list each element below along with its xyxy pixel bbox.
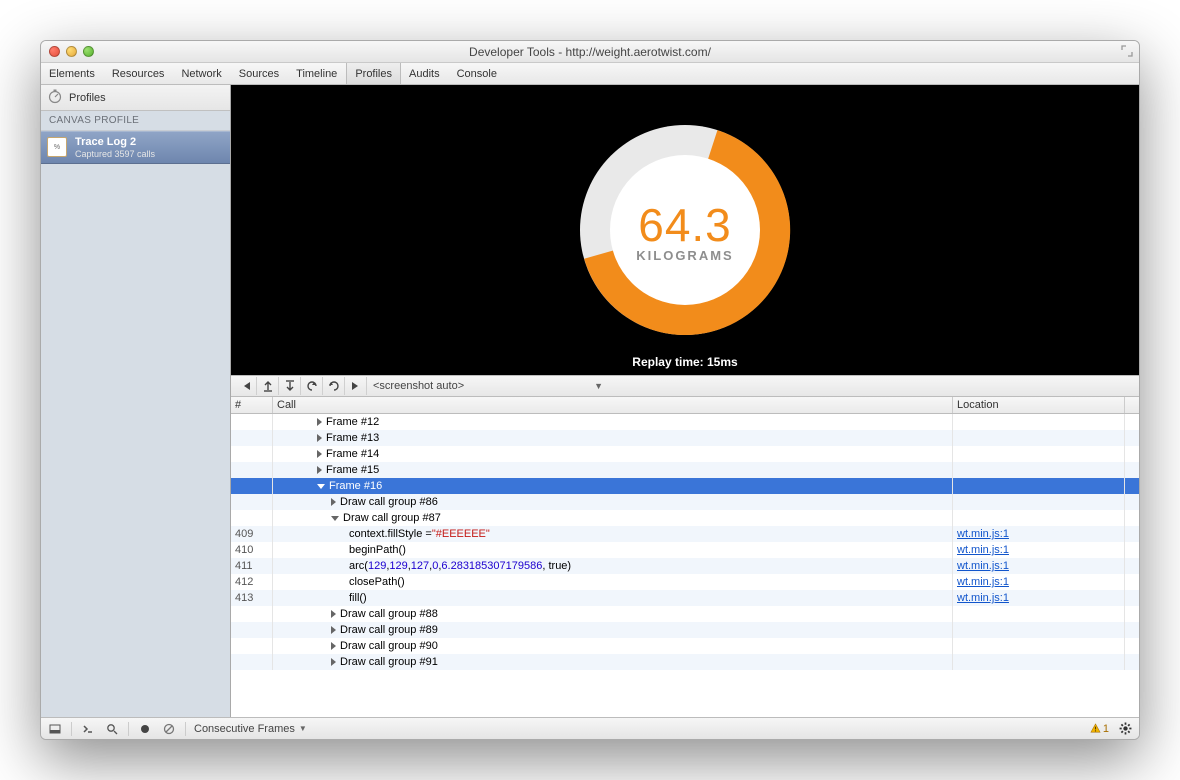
tab-network[interactable]: Network — [173, 63, 230, 84]
profiles-sidebar: Profiles CANVAS PROFILE % Trace Log 2 Ca… — [41, 85, 231, 717]
source-link[interactable]: wt.min.js:1 — [957, 544, 1009, 556]
console-toggle-button[interactable] — [80, 721, 96, 737]
sidebar-header: Profiles — [41, 85, 230, 111]
column-location-header[interactable]: Location — [953, 397, 1125, 413]
next-draw-button[interactable] — [323, 377, 345, 395]
table-row[interactable]: Draw call group #88 — [231, 606, 1139, 622]
chevron-down-icon: ▼ — [299, 724, 307, 733]
clear-button[interactable] — [161, 721, 177, 737]
tab-audits[interactable]: Audits — [401, 63, 449, 84]
step-out-button[interactable] — [257, 377, 279, 395]
record-button[interactable] — [137, 721, 153, 737]
dock-button[interactable] — [47, 721, 63, 737]
table-row[interactable]: Frame #12 — [231, 414, 1139, 430]
tab-timeline[interactable]: Timeline — [288, 63, 346, 84]
replay-toolbar: <screenshot auto> ▼ — [231, 375, 1139, 397]
stopwatch-icon — [47, 88, 63, 107]
weight-gauge: 64.3 KILOGRAMS — [560, 105, 810, 355]
profile-content: 64.3 KILOGRAMS Replay time: 15ms <screen… — [231, 85, 1139, 717]
table-row[interactable]: Draw call group #90 — [231, 638, 1139, 654]
tab-sources[interactable]: Sources — [231, 63, 288, 84]
tab-profiles[interactable]: Profiles — [346, 63, 401, 84]
zoom-window-button[interactable] — [83, 46, 94, 57]
screenshot-mode-label: <screenshot auto> — [373, 380, 464, 392]
table-row[interactable]: 411arc(129, 129, 127, 0, 6.2831853071795… — [231, 558, 1139, 574]
table-row[interactable]: Draw call group #87 — [231, 510, 1139, 526]
panel-tabs: ElementsResourcesNetworkSourcesTimelineP… — [41, 63, 1139, 85]
table-row[interactable]: 412closePath()wt.min.js:1 — [231, 574, 1139, 590]
sidebar-section-label: CANVAS PROFILE — [41, 111, 230, 131]
screenshot-mode-select[interactable]: <screenshot auto> ▼ — [373, 380, 603, 392]
trace-grid-body[interactable]: Frame #12Frame #13Frame #14Frame #15Fram… — [231, 414, 1139, 717]
warning-count[interactable]: 1 — [1090, 723, 1109, 735]
status-bar: Consecutive Frames ▼ 1 — [41, 717, 1139, 739]
gauge-unit: KILOGRAMS — [636, 248, 733, 263]
main-area: Profiles CANVAS PROFILE % Trace Log 2 Ca… — [41, 85, 1139, 717]
source-link[interactable]: wt.min.js:1 — [957, 592, 1009, 604]
table-row[interactable]: Frame #14 — [231, 446, 1139, 462]
trace-log-icon: % — [47, 137, 67, 157]
table-row[interactable]: Frame #15 — [231, 462, 1139, 478]
table-row[interactable]: Draw call group #89 — [231, 622, 1139, 638]
source-link[interactable]: wt.min.js:1 — [957, 576, 1009, 588]
sidebar-item-subtitle: Captured 3597 calls — [75, 149, 155, 159]
table-row[interactable]: Frame #13 — [231, 430, 1139, 446]
window-title: Developer Tools - http://weight.aerotwis… — [41, 45, 1139, 59]
sidebar-item-trace-log[interactable]: % Trace Log 2 Captured 3597 calls — [41, 131, 230, 164]
chevron-down-icon: ▼ — [594, 381, 603, 391]
table-row[interactable]: 413fill()wt.min.js:1 — [231, 590, 1139, 606]
window-titlebar: Developer Tools - http://weight.aerotwis… — [41, 41, 1139, 63]
table-row[interactable]: Frame #16 — [231, 478, 1139, 494]
close-window-button[interactable] — [49, 46, 60, 57]
prev-draw-button[interactable] — [301, 377, 323, 395]
canvas-preview: 64.3 KILOGRAMS Replay time: 15ms — [231, 85, 1139, 375]
trace-grid-header: # Call Location — [231, 397, 1139, 414]
last-call-button[interactable] — [345, 377, 367, 395]
expand-icon[interactable] — [1121, 45, 1133, 57]
table-row[interactable]: 410beginPath()wt.min.js:1 — [231, 542, 1139, 558]
sidebar-item-labels: Trace Log 2 Captured 3597 calls — [75, 136, 155, 159]
sidebar-item-title: Trace Log 2 — [75, 136, 155, 149]
capture-mode-select[interactable]: Consecutive Frames ▼ — [194, 723, 307, 735]
first-call-button[interactable] — [235, 377, 257, 395]
gauge-center: 64.3 KILOGRAMS — [560, 105, 810, 355]
table-row[interactable]: Draw call group #86 — [231, 494, 1139, 510]
minimize-window-button[interactable] — [66, 46, 77, 57]
source-link[interactable]: wt.min.js:1 — [957, 560, 1009, 572]
column-call-header[interactable]: Call — [273, 397, 953, 413]
table-row[interactable]: 409context.fillStyle = "#EEEEEE"wt.min.j… — [231, 526, 1139, 542]
gauge-value: 64.3 — [638, 198, 732, 252]
search-button[interactable] — [104, 721, 120, 737]
column-number-header[interactable]: # — [231, 397, 273, 413]
settings-button[interactable] — [1117, 721, 1133, 737]
tab-console[interactable]: Console — [449, 63, 506, 84]
replay-time-label: Replay time: 15ms — [231, 355, 1139, 369]
window-controls — [41, 46, 94, 57]
step-in-button[interactable] — [279, 377, 301, 395]
tab-elements[interactable]: Elements — [41, 63, 104, 84]
tab-resources[interactable]: Resources — [104, 63, 174, 84]
devtools-window: Developer Tools - http://weight.aerotwis… — [40, 40, 1140, 740]
sidebar-header-label: Profiles — [69, 92, 106, 104]
source-link[interactable]: wt.min.js:1 — [957, 528, 1009, 540]
table-row[interactable]: Draw call group #91 — [231, 654, 1139, 670]
